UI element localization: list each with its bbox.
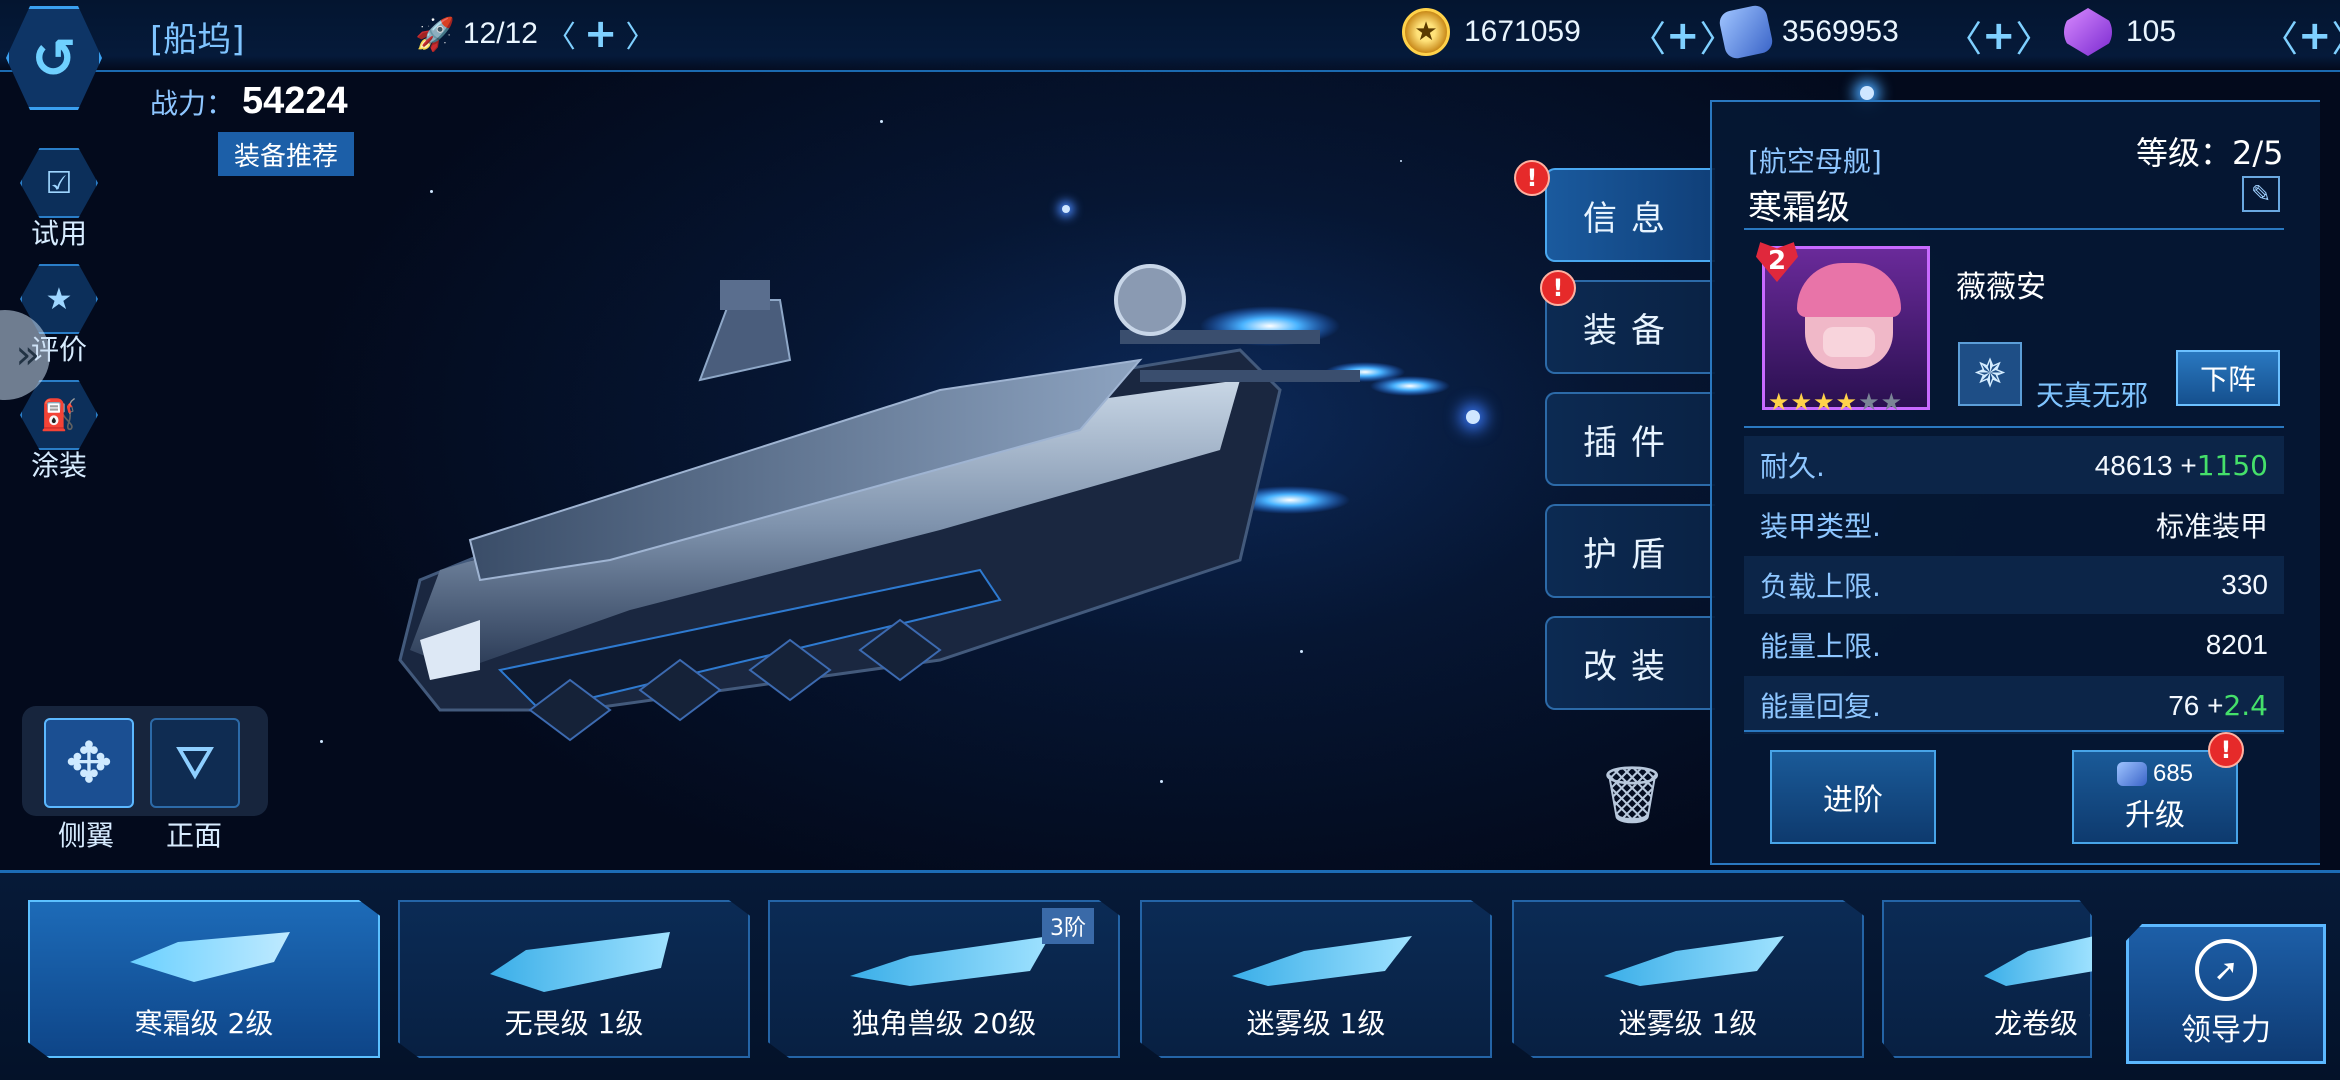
purple-gem-icon bbox=[2064, 8, 2112, 56]
upgrade-button[interactable]: 685 升级 bbox=[2072, 750, 2238, 844]
ship-card[interactable]: 龙卷级 1级 bbox=[1882, 900, 2092, 1058]
stat-energy-regen: 能量回复. 76 +2.4 bbox=[1744, 676, 2284, 734]
ship-card[interactable]: 寒霜级 2级 bbox=[28, 900, 380, 1058]
tab-equipment-alert-badge: ! bbox=[1540, 270, 1576, 306]
captain-portrait[interactable] bbox=[1762, 246, 1930, 410]
trial-button[interactable]: ☑ 试用 bbox=[12, 148, 106, 252]
header-divider bbox=[1744, 228, 2284, 230]
stats-bottom-divider bbox=[1744, 730, 2284, 732]
rocket-icon: 🚀 bbox=[415, 15, 455, 53]
power-value: 54224 bbox=[242, 80, 348, 122]
front-view-icon: ⛛ bbox=[174, 734, 216, 791]
star-icon: ★ bbox=[1790, 388, 1814, 416]
paint-button[interactable]: ⛽ 涂装 bbox=[12, 380, 106, 484]
rename-button[interactable]: ✎ bbox=[2242, 176, 2280, 212]
fleet-count: 🚀 12/12 〈 + 〉 bbox=[415, 11, 656, 57]
speedometer-icon: ➚ bbox=[2195, 939, 2257, 1001]
star-icon: ★ bbox=[1768, 388, 1791, 416]
trash-icon: 🗑 bbox=[1596, 763, 1668, 828]
ship-card[interactable]: 无畏级 1级 bbox=[398, 900, 750, 1058]
trait-icon-box[interactable]: ✵ bbox=[1958, 342, 2022, 406]
ship-card[interactable]: 迷雾级 1级 bbox=[1140, 900, 1492, 1058]
tier-badge: 3阶 bbox=[1042, 908, 1094, 944]
tab-info[interactable]: 信息 bbox=[1545, 168, 1715, 262]
stat-durability: 耐久. 48613 +1150 bbox=[1744, 436, 2284, 494]
double-chevron-icon: » bbox=[15, 332, 40, 378]
delete-button[interactable]: 🗑 bbox=[1596, 760, 1667, 830]
resource-gem: 105 bbox=[2064, 8, 2176, 56]
star-icon: ★ bbox=[1880, 388, 1904, 416]
advance-button[interactable]: 进阶 bbox=[1770, 750, 1936, 844]
ship-card[interactable]: 3阶 独角兽级 20级 bbox=[768, 900, 1120, 1058]
ship-card[interactable]: 迷雾级 1级 bbox=[1512, 900, 1864, 1058]
power-label: 战力： bbox=[150, 87, 235, 120]
crystal-icon bbox=[1717, 3, 1775, 61]
flank-view-label: 侧翼 bbox=[58, 819, 115, 852]
tab-info-alert-badge: ! bbox=[1514, 160, 1550, 196]
star-icon: ★ bbox=[1813, 388, 1836, 416]
captain-trait: 天真无邪 bbox=[2036, 379, 2149, 412]
star-icon: ★ bbox=[1835, 388, 1859, 416]
trial-check-icon: ☑ bbox=[20, 148, 98, 218]
equip-recommend-button[interactable]: 装备推荐 bbox=[218, 132, 354, 176]
add-gem-button[interactable]: 〈+〉 bbox=[2262, 10, 2340, 62]
captain-name: 薇薇安 bbox=[1956, 270, 2046, 305]
leadership-button[interactable]: ➚ 领导力 bbox=[2126, 924, 2326, 1064]
dismiss-captain-button[interactable]: 下阵 bbox=[2176, 350, 2280, 406]
tab-shield[interactable]: 护盾 bbox=[1545, 504, 1715, 598]
page-title: [船坞] bbox=[150, 20, 245, 60]
crystal-cost-icon bbox=[2116, 762, 2147, 786]
captain-stars: ★★★★★★ bbox=[1768, 388, 1903, 416]
upgrade-alert-badge: ! bbox=[2208, 732, 2244, 768]
move-arrows-icon: ✥ bbox=[65, 730, 113, 796]
add-fleet-button[interactable]: + bbox=[584, 14, 618, 54]
compass-icon: ✵ bbox=[1973, 351, 2007, 397]
edit-icon: ✎ bbox=[2250, 180, 2272, 208]
back-arrow-icon: ↺ bbox=[31, 26, 77, 90]
gold-coin-icon: ★ bbox=[1402, 8, 1450, 56]
power-display: 战力： 54224 bbox=[150, 80, 348, 123]
ship-model[interactable] bbox=[380, 240, 1500, 760]
ship-level: 等级：2/5 bbox=[2136, 134, 2284, 172]
star-icon: ★ bbox=[1858, 388, 1881, 416]
stat-armor-type: 装甲类型. 标准装甲 bbox=[1760, 510, 2268, 543]
flank-view-button[interactable]: ✥ bbox=[44, 718, 134, 808]
tab-modify[interactable]: 改装 bbox=[1545, 616, 1715, 710]
add-crystal-button[interactable]: 〈 + 〉 bbox=[1946, 10, 2052, 62]
stat-energy-cap: 能量上限. 8201 bbox=[1760, 629, 2268, 663]
ship-type: [航空母舰] bbox=[1748, 145, 1882, 178]
ship-class: 寒霜级 bbox=[1748, 188, 1850, 228]
resource-crystal: 3569953 bbox=[1717, 3, 1899, 61]
front-view-label: 正面 bbox=[166, 819, 223, 852]
stats-divider bbox=[1744, 426, 2284, 428]
resource-gold: ★ 1671059 bbox=[1402, 8, 1581, 56]
stat-load-cap: 负载上限. 330 bbox=[1744, 556, 2284, 614]
tab-plugins[interactable]: 插件 bbox=[1545, 392, 1715, 486]
front-view-button[interactable]: ⛛ bbox=[150, 718, 240, 808]
